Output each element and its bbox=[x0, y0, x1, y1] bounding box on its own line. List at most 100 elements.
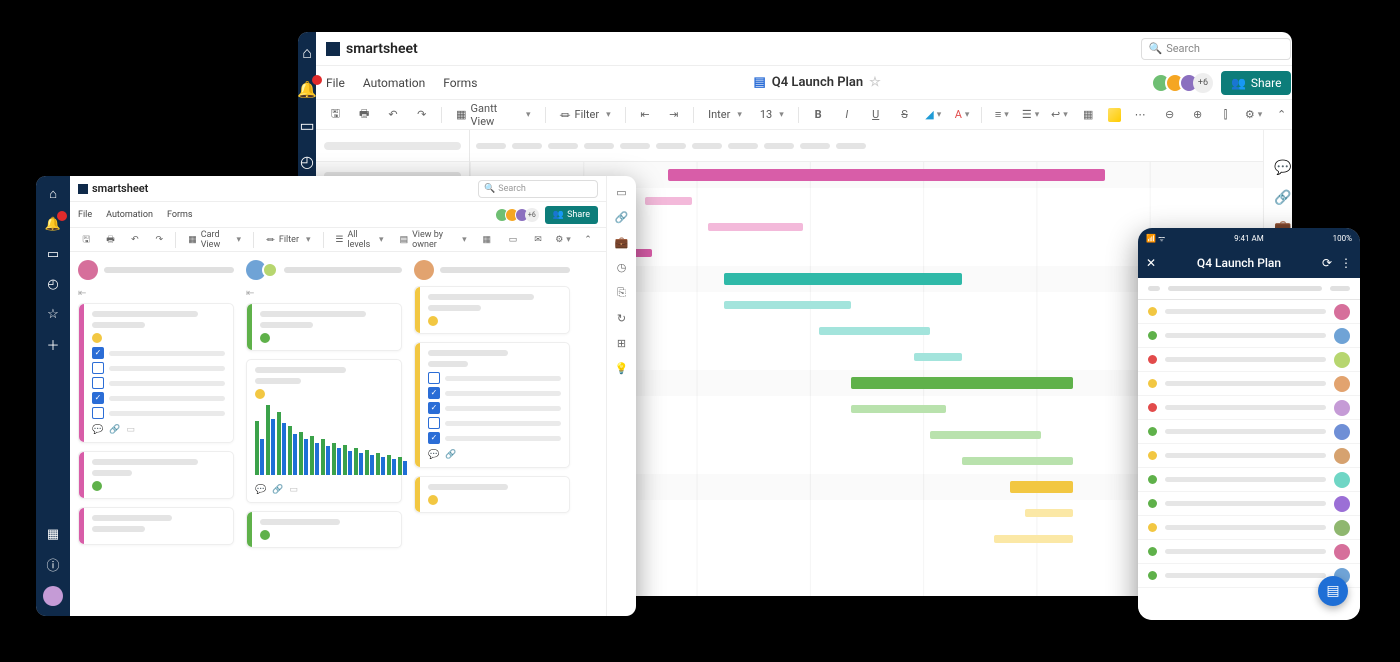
attachments-icon[interactable]: 🔗 bbox=[1274, 190, 1291, 206]
view-selector[interactable]: ▦ Card View bbox=[184, 228, 245, 252]
attachments-icon[interactable]: 🔗 bbox=[445, 450, 456, 460]
text-color-icon[interactable]: A bbox=[953, 105, 972, 125]
search-input[interactable]: 🔍 Search bbox=[1141, 38, 1291, 60]
format-icon[interactable]: ▦ bbox=[1079, 105, 1098, 125]
card-more-icon[interactable]: ▭ bbox=[289, 485, 298, 495]
proofs-icon[interactable]: 💼 bbox=[615, 236, 629, 249]
indent-icon[interactable]: ⇥ bbox=[664, 105, 683, 125]
comments-icon[interactable]: 💬 bbox=[428, 450, 439, 460]
comments-icon[interactable]: 💬 bbox=[92, 425, 103, 435]
search-input[interactable]: 🔍 Search bbox=[478, 180, 598, 198]
collapse-lane-icon[interactable]: ⇤ bbox=[78, 288, 234, 299]
comments-icon[interactable]: ▭ bbox=[616, 186, 626, 199]
subtask[interactable] bbox=[428, 387, 561, 399]
highlight-icon[interactable] bbox=[1108, 108, 1121, 122]
font-family-selector[interactable]: Inter bbox=[704, 106, 746, 123]
compact-icon[interactable]: ▦ bbox=[479, 230, 495, 250]
gantt-task-bar[interactable] bbox=[914, 353, 962, 361]
avatar-stack[interactable]: +6 bbox=[499, 208, 539, 222]
gantt-task-bar[interactable] bbox=[645, 197, 693, 205]
kanban-card[interactable] bbox=[246, 511, 402, 548]
kanban-card[interactable] bbox=[78, 507, 234, 545]
card-more-icon[interactable]: ▭ bbox=[126, 425, 135, 435]
subtask[interactable] bbox=[92, 392, 225, 404]
self-avatar[interactable] bbox=[43, 586, 63, 606]
mail-icon[interactable]: ✉ bbox=[528, 230, 548, 250]
home-icon[interactable]: ⌂ bbox=[298, 44, 316, 62]
underline-icon[interactable]: U bbox=[866, 105, 885, 125]
recents-icon[interactable]: ◴ bbox=[298, 152, 316, 170]
gantt-task-bar[interactable] bbox=[962, 457, 1073, 465]
attachments-icon[interactable]: 🔗 bbox=[109, 425, 120, 435]
subtask[interactable] bbox=[428, 417, 561, 429]
view-selector[interactable]: ▦ Gantt View bbox=[452, 100, 534, 130]
gantt-task-bar[interactable] bbox=[1025, 509, 1073, 517]
kanban-card[interactable]: 💬🔗 bbox=[414, 342, 570, 468]
mobile-task-row[interactable] bbox=[1138, 540, 1360, 564]
collapse-icon[interactable]: ⌃ bbox=[1272, 105, 1292, 125]
history-icon[interactable]: ↻ bbox=[617, 312, 626, 325]
print-icon[interactable]: 🖶 bbox=[355, 105, 374, 125]
undo-icon[interactable]: ↶ bbox=[127, 230, 143, 250]
favorite-star-icon[interactable]: ☆ bbox=[869, 75, 881, 90]
refresh-icon[interactable]: ⟳ bbox=[1322, 256, 1332, 270]
attachments-icon[interactable]: 🔗 bbox=[615, 211, 629, 224]
folder-icon[interactable]: ▭ bbox=[298, 116, 316, 134]
mobile-task-row[interactable] bbox=[1138, 516, 1360, 540]
cell-link-icon[interactable]: ⊞ bbox=[617, 337, 626, 350]
gantt-summary-bar[interactable] bbox=[668, 169, 1104, 181]
redo-icon[interactable]: ↷ bbox=[151, 230, 167, 250]
save-icon[interactable]: 🖫 bbox=[326, 105, 345, 125]
undo-icon[interactable]: ↶ bbox=[384, 105, 403, 125]
mobile-task-row[interactable] bbox=[1138, 492, 1360, 516]
kanban-card[interactable] bbox=[414, 286, 570, 334]
publish-icon[interactable]: ⎘ bbox=[617, 286, 626, 300]
add-icon[interactable]: ＋ bbox=[45, 336, 61, 352]
gantt-summary-bar[interactable] bbox=[1010, 481, 1073, 493]
zoom-out-icon[interactable]: ⊖ bbox=[1160, 105, 1180, 125]
notifications-icon[interactable]: 🔔 bbox=[298, 80, 316, 98]
mobile-task-row[interactable] bbox=[1138, 324, 1360, 348]
share-button[interactable]: 👥 Share bbox=[1221, 71, 1292, 95]
kanban-board[interactable]: ⇤ 💬🔗▭ bbox=[70, 252, 606, 616]
filter-button[interactable]: ⏛ Filter bbox=[555, 105, 614, 125]
subtask[interactable] bbox=[92, 362, 225, 374]
card-icon[interactable]: ▭ bbox=[503, 230, 523, 250]
kanban-card[interactable]: 💬🔗▭ bbox=[246, 359, 402, 503]
comments-icon[interactable]: 💬 bbox=[255, 485, 266, 495]
group-by-selector[interactable]: ▤ View by owner bbox=[396, 228, 471, 252]
subtask[interactable] bbox=[92, 407, 225, 419]
mobile-task-row[interactable] bbox=[1138, 348, 1360, 372]
close-icon[interactable]: ✕ bbox=[1146, 256, 1156, 270]
gantt-task-bar[interactable] bbox=[708, 223, 803, 231]
avatar-stack[interactable]: +6 bbox=[1157, 73, 1213, 93]
font-size-selector[interactable]: 13 bbox=[756, 106, 788, 123]
wrap-icon[interactable]: ↩ bbox=[1050, 105, 1069, 125]
zoom-in-icon[interactable]: ⊕ bbox=[1188, 105, 1208, 125]
menu-automation[interactable]: Automation bbox=[106, 210, 153, 220]
gantt-task-bar[interactable] bbox=[930, 431, 1041, 439]
kanban-card[interactable] bbox=[78, 451, 234, 499]
collapse-lane-icon[interactable]: ⇤ bbox=[246, 288, 402, 299]
apps-icon[interactable]: ▦ bbox=[45, 526, 61, 542]
gantt-summary-bar[interactable] bbox=[851, 377, 1073, 389]
home-icon[interactable]: ⌂ bbox=[45, 186, 61, 202]
settings-icon[interactable]: ⚙ bbox=[553, 230, 573, 250]
menu-forms[interactable]: Forms bbox=[443, 76, 477, 90]
italic-icon[interactable]: I bbox=[837, 105, 856, 125]
gantt-task-bar[interactable] bbox=[724, 301, 851, 309]
lane-header[interactable] bbox=[246, 260, 402, 280]
favorites-icon[interactable]: ☆ bbox=[45, 306, 61, 322]
share-button[interactable]: 👥 Share bbox=[545, 206, 598, 224]
save-icon[interactable]: 🖫 bbox=[78, 230, 94, 250]
settings-icon[interactable]: ⚙ bbox=[1244, 105, 1264, 125]
subtask[interactable] bbox=[428, 432, 561, 444]
strikethrough-icon[interactable]: S bbox=[895, 105, 914, 125]
kanban-card[interactable]: 💬 🔗 ▭ bbox=[78, 303, 234, 443]
gantt-task-bar[interactable] bbox=[851, 405, 946, 413]
fab-compose-button[interactable]: ▤ bbox=[1318, 576, 1348, 606]
more-icon[interactable]: ⋯ bbox=[1131, 105, 1150, 125]
menu-forms[interactable]: Forms bbox=[167, 210, 193, 220]
valign-icon[interactable]: ☰ bbox=[1021, 105, 1040, 125]
fill-color-icon[interactable]: ◢ bbox=[924, 105, 943, 125]
